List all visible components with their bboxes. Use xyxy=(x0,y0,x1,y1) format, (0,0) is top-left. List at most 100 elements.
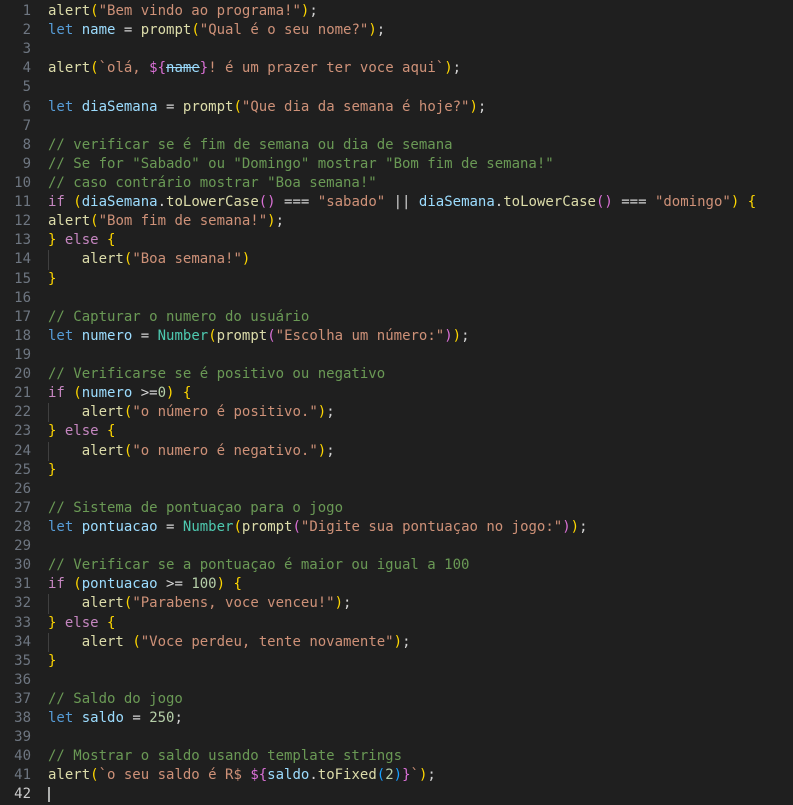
code-line[interactable]: 24 alert("o numero é negativo."); xyxy=(0,441,793,461)
code-token: alert xyxy=(81,595,124,612)
code-line[interactable]: 28 let pontuacao = Number(prompt("Digite … xyxy=(0,518,793,537)
line-number: 2 xyxy=(22,22,31,39)
code-token: "o número é positivo." xyxy=(132,404,318,421)
code-token: name xyxy=(166,60,200,77)
code-line[interactable]: 12 alert("Bom fim de semana!"); xyxy=(0,212,793,231)
code-line[interactable]: 40 // Mostrar o saldo usando template str… xyxy=(0,747,793,766)
code-line[interactable]: 1 alert("Bem vindo ao programa!"); xyxy=(0,2,793,21)
line-number: 21 xyxy=(14,385,31,402)
code-line[interactable]: 27 // Sistema de pontuaçao para o jogo xyxy=(0,499,793,518)
line-number: 32 xyxy=(14,595,31,612)
code-token: } xyxy=(48,652,57,669)
code-line[interactable]: 7 xyxy=(0,117,793,136)
code-line[interactable]: 34 alert ("Voce perdeu, tente novamente"… xyxy=(0,632,793,652)
code-token: alert xyxy=(48,60,91,77)
code-line[interactable]: 6 let diaSemana = prompt("Que dia da sema… xyxy=(0,98,793,117)
code-token: ) xyxy=(469,98,478,115)
code-line[interactable]: 22 alert("o número é positivo."); xyxy=(0,403,793,423)
line-number: 9 xyxy=(22,155,31,172)
code-token: // Sistema de pontuaçao para o jogo xyxy=(48,499,344,516)
line-number: 20 xyxy=(14,366,31,383)
code-line[interactable]: 9 // Se for "Sabado" ou "Domingo" mostrar… xyxy=(0,155,793,174)
code-line[interactable]: 11 if (diaSemana.toLowerCase() === "sabad… xyxy=(0,193,793,212)
code-line[interactable]: 33} else { xyxy=(0,614,793,633)
code-text: alert("o número é positivo."); xyxy=(31,403,793,423)
code-text: alert("o numero é negativo."); xyxy=(31,441,793,461)
code-token: ; xyxy=(427,767,436,784)
code-token: { xyxy=(747,194,757,211)
code-token: toLowerCase xyxy=(166,194,259,211)
code-line[interactable]: 20 // Verificarse se é positivo ou negati… xyxy=(0,365,793,384)
line-number: 4 xyxy=(22,60,31,77)
code-token: "Bom fim de semana!" xyxy=(98,213,268,230)
code-text: // verificar se é fim de semana ou dia d… xyxy=(31,136,793,155)
code-token: else xyxy=(64,232,99,249)
code-line[interactable]: 42 xyxy=(0,785,793,804)
line-number: 17 xyxy=(14,308,31,325)
code-line[interactable]: 19 xyxy=(0,346,793,365)
code-token: >= xyxy=(132,385,158,402)
code-token: pontuacao xyxy=(81,576,158,593)
code-editor[interactable]: 1 alert("Bem vindo ao programa!"); 2 let na… xyxy=(0,0,793,805)
code-line[interactable]: 16 xyxy=(0,289,793,308)
code-line[interactable]: 4 alert(`olá, ${name}! é um prazer ter vo… xyxy=(0,59,793,78)
code-line[interactable]: 23} else { xyxy=(0,422,793,441)
line-number: 30 xyxy=(14,557,31,574)
code-line[interactable]: 18 let numero = Number(prompt("Escolha um… xyxy=(0,327,793,346)
code-line[interactable]: 32 alert("Parabens, voce venceu!"); xyxy=(0,594,793,614)
code-text: // caso contrário mostrar "Boa semana!" xyxy=(31,174,793,193)
code-text: alert("Bem vindo ao programa!"); xyxy=(31,2,793,21)
code-token: ( xyxy=(73,385,82,402)
code-text: let diaSemana = prompt("Que dia da seman… xyxy=(31,98,793,117)
code-token: prompt xyxy=(216,327,268,344)
code-line[interactable]: 38 let saldo = 250; xyxy=(0,709,793,728)
code-line[interactable]: 36 xyxy=(0,671,793,690)
code-token: ) xyxy=(368,22,377,39)
code-token: saldo xyxy=(267,767,310,784)
code-token: } xyxy=(48,461,57,478)
code-line[interactable]: 37 // Saldo do jogo xyxy=(0,690,793,709)
line-number: 11 xyxy=(14,194,31,211)
code-line[interactable]: 30 // Verificar se a pontuaçao é maior ou… xyxy=(0,556,793,575)
code-token: `olá, xyxy=(98,60,150,77)
code-line[interactable]: 13} else { xyxy=(0,231,793,250)
code-line[interactable]: 26 xyxy=(0,480,793,499)
code-line[interactable]: 17 // Capturar o numero do usuário xyxy=(0,308,793,327)
code-line[interactable]: 31 if (pontuacao >= 100) { xyxy=(0,575,793,594)
line-number: 10 xyxy=(14,174,31,191)
line-number: 26 xyxy=(14,480,31,497)
code-token: ( xyxy=(233,518,242,535)
code-line[interactable]: 29 xyxy=(0,537,793,556)
code-line[interactable]: 10 // caso contrário mostrar "Boa semana!… xyxy=(0,174,793,193)
code-token: ) xyxy=(562,518,571,535)
code-line[interactable]: 3 xyxy=(0,40,793,59)
code-token: 100 xyxy=(191,576,217,593)
code-line[interactable]: 35} xyxy=(0,652,793,671)
code-line[interactable]: 8 // verificar se é fim de semana ou dia … xyxy=(0,136,793,155)
code-token: ( xyxy=(292,518,301,535)
code-token: ( xyxy=(90,213,99,230)
code-token: 0 xyxy=(157,385,167,402)
code-line[interactable]: 39 xyxy=(0,728,793,747)
code-line[interactable]: 2 let name = prompt("Qual é o seu nome?")… xyxy=(0,21,793,40)
code-text: alert(`o seu saldo é R$ ${saldo.toFixed(… xyxy=(31,766,793,785)
code-line[interactable]: 25} xyxy=(0,461,793,480)
code-text: // Mostrar o saldo usando template strin… xyxy=(31,747,793,766)
code-token: ) xyxy=(241,251,251,268)
code-line[interactable]: 5 xyxy=(0,78,793,97)
code-token: Number xyxy=(157,327,209,344)
code-token: Number xyxy=(182,518,234,535)
line-number: 5 xyxy=(22,79,31,96)
code-line[interactable]: 14 alert("Boa semana!") xyxy=(0,250,793,270)
code-token: ( xyxy=(90,60,99,77)
code-line[interactable]: 15} xyxy=(0,270,793,289)
code-token: numero xyxy=(81,385,133,402)
code-line[interactable]: 41 alert(`o seu saldo é R$ ${saldo.toFixe… xyxy=(0,766,793,785)
code-token: if xyxy=(48,576,65,593)
code-token: ) xyxy=(444,60,453,77)
code-token: = xyxy=(123,710,150,727)
code-line[interactable]: 21 if (numero >=0) { xyxy=(0,384,793,403)
